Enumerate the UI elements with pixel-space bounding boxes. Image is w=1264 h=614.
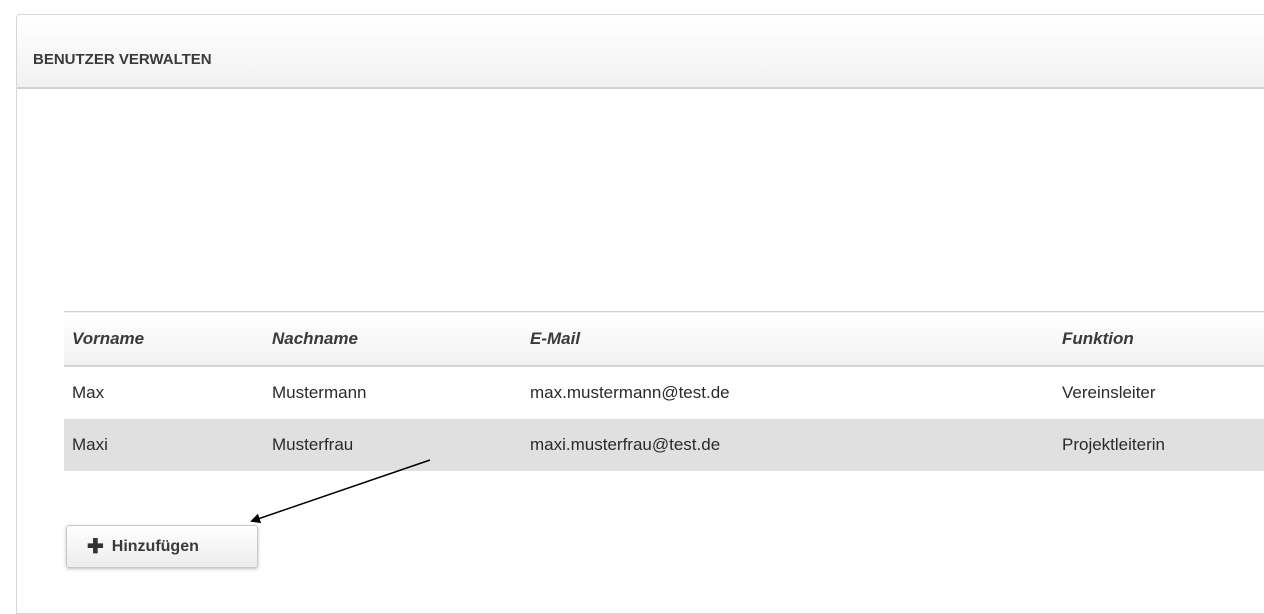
cell-nachname: Musterfrau — [272, 435, 354, 454]
cell-email: max.mustermann@test.de — [530, 383, 730, 402]
add-user-button[interactable]: ✚ Hinzufügen — [66, 525, 258, 568]
users-table: Vorname Nachname E-Mail Funktion Max Mus… — [64, 311, 1264, 471]
users-table-container: Vorname Nachname E-Mail Funktion Max Mus… — [64, 311, 1264, 471]
cell-email: maxi.musterfrau@test.de — [530, 435, 721, 454]
table-row[interactable]: Max Mustermann max.mustermann@test.de Ve… — [64, 366, 1264, 419]
panel-header: BENUTZER VERWALTEN — [17, 15, 1264, 89]
column-header-nachname[interactable]: Nachname — [264, 312, 522, 367]
cell-vorname: Max — [72, 383, 105, 402]
plus-icon: ✚ — [87, 535, 104, 558]
cell-vorname: Maxi — [72, 435, 108, 454]
column-header-vorname[interactable]: Vorname — [64, 312, 264, 367]
panel-title: BENUTZER VERWALTEN — [33, 51, 212, 68]
cell-funktion: Vereinsleiter — [1062, 383, 1156, 402]
table-row[interactable]: Maxi Musterfrau maxi.musterfrau@test.de … — [64, 419, 1264, 471]
column-header-funktion[interactable]: Funktion — [1054, 312, 1264, 367]
cell-nachname: Mustermann — [272, 383, 367, 402]
table-header-row: Vorname Nachname E-Mail Funktion — [64, 311, 1264, 367]
cell-funktion: Projektleiterin — [1062, 435, 1165, 454]
add-button-label: Hinzufügen — [111, 537, 199, 555]
column-header-email[interactable]: E-Mail — [522, 312, 1054, 367]
